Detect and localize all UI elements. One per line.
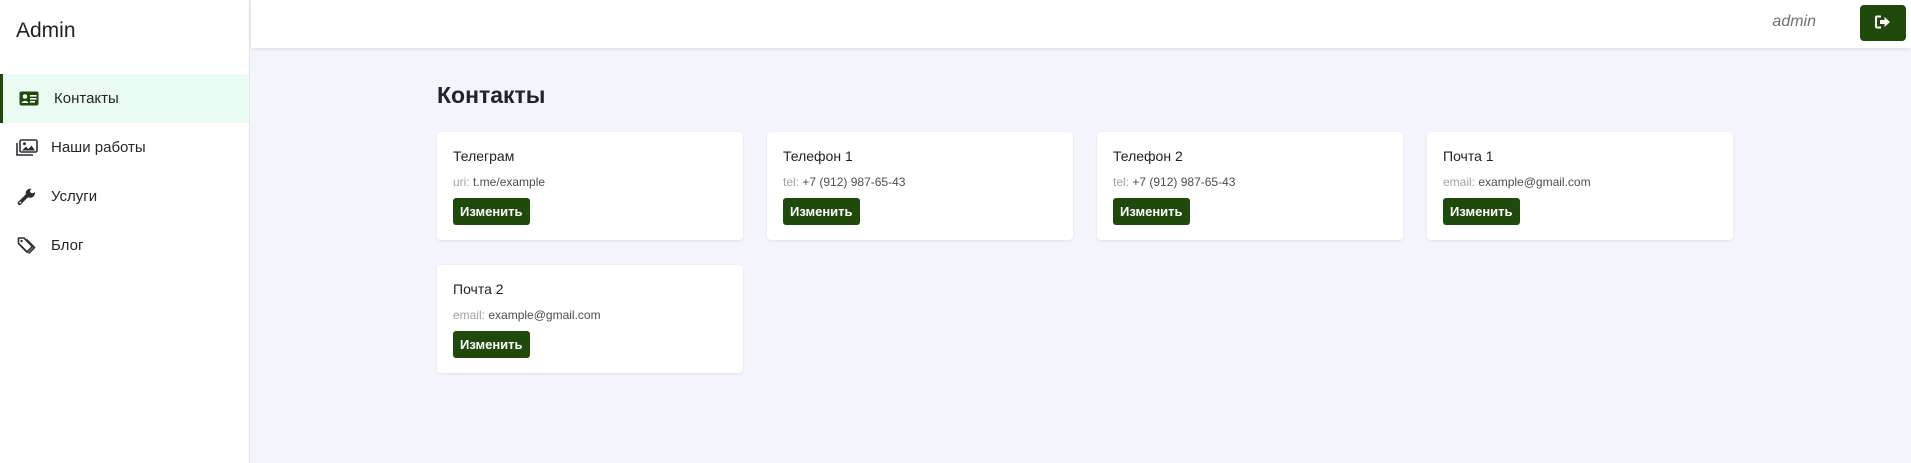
contact-card: Почта 1 email: example@gmail.com Изменит… <box>1427 132 1733 240</box>
contact-card-icon <box>18 90 40 108</box>
sidebar-item-label: Блог <box>51 237 84 254</box>
card-meta: uri: t.me/example <box>453 175 545 189</box>
sign-out-icon <box>1875 15 1891 32</box>
card-meta-value: +7 (912) 987-65-43 <box>1132 175 1236 189</box>
contact-card: Телефон 1 tel: +7 (912) 987-65-43 Измени… <box>767 132 1073 240</box>
sidebar-item-services[interactable]: Услуги <box>0 172 249 221</box>
topbar: admin <box>251 0 1911 48</box>
card-meta-value: t.me/example <box>473 175 546 189</box>
sidebar-item-works[interactable]: Наши работы <box>0 123 249 172</box>
card-title: Почта 2 <box>453 281 504 297</box>
username: admin <box>1772 13 1816 30</box>
contact-card: Телефон 2 tel: +7 (912) 987-65-43 Измени… <box>1097 132 1403 240</box>
edit-button[interactable]: Изменить <box>783 198 860 225</box>
card-meta: email: example@gmail.com <box>1443 175 1591 189</box>
tags-icon <box>16 236 38 255</box>
images-icon <box>16 139 38 157</box>
card-title: Телефон 2 <box>1113 148 1183 164</box>
edit-button[interactable]: Изменить <box>453 331 530 358</box>
card-meta: tel: +7 (912) 987-65-43 <box>783 175 905 189</box>
card-meta-value: example@gmail.com <box>1478 175 1591 189</box>
card-meta-value: +7 (912) 987-65-43 <box>802 175 906 189</box>
logout-button[interactable] <box>1860 5 1906 41</box>
sidebar-item-label: Наши работы <box>51 139 146 156</box>
wrench-icon <box>16 188 38 206</box>
card-meta-key: tel: <box>1113 175 1130 189</box>
card-title: Телефон 1 <box>783 148 853 164</box>
card-title: Почта 1 <box>1443 148 1494 164</box>
sidebar-nav: Контакты Наши работы Услуги Блог <box>0 74 249 270</box>
sidebar-item-label: Контакты <box>54 90 119 107</box>
card-meta: tel: +7 (912) 987-65-43 <box>1113 175 1235 189</box>
card-meta: email: example@gmail.com <box>453 308 601 322</box>
edit-button[interactable]: Изменить <box>1443 198 1520 225</box>
contact-card: Почта 2 email: example@gmail.com Изменит… <box>437 265 743 373</box>
sidebar-item-contacts[interactable]: Контакты <box>0 74 249 123</box>
brand-title: Admin <box>16 19 76 42</box>
sidebar-item-blog[interactable]: Блог <box>0 221 249 270</box>
edit-button[interactable]: Изменить <box>453 198 530 225</box>
page-title: Контакты <box>437 82 546 108</box>
card-meta-key: uri: <box>453 175 470 189</box>
card-title: Телеграм <box>453 148 515 164</box>
card-meta-value: example@gmail.com <box>488 308 601 322</box>
card-meta-key: tel: <box>783 175 800 189</box>
card-meta-key: email: <box>453 308 486 322</box>
sidebar: Admin Контакты Наши работы Услуги Блог <box>0 0 250 463</box>
edit-button[interactable]: Изменить <box>1113 198 1190 225</box>
card-meta-key: email: <box>1443 175 1476 189</box>
sidebar-item-label: Услуги <box>51 188 98 205</box>
contact-card: Телеграм uri: t.me/example Изменить <box>437 132 743 240</box>
